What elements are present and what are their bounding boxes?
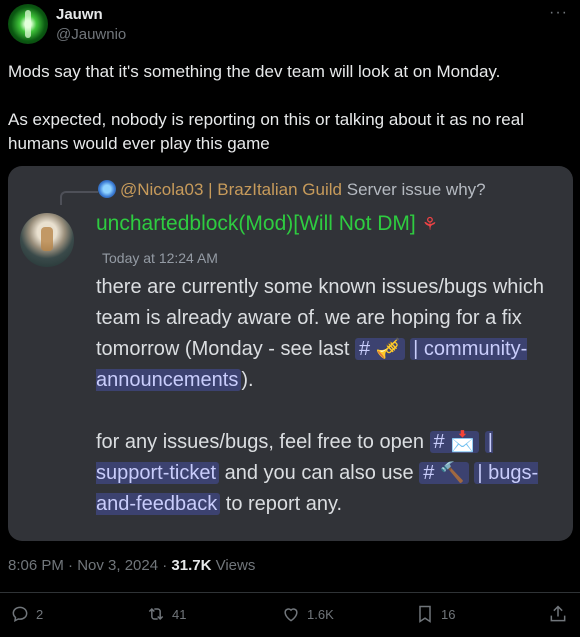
repost-button[interactable]: 41 xyxy=(146,604,186,624)
reply-count: 2 xyxy=(36,606,44,622)
post-timestamp[interactable]: 8:06 PM · Nov 3, 2024 · xyxy=(8,557,171,574)
message-text: to report any. xyxy=(220,493,343,515)
repost-icon xyxy=(148,607,164,621)
author-name[interactable]: Jauwn xyxy=(56,6,103,23)
author-handle[interactable]: @Jauwnio xyxy=(56,26,126,43)
reply-text: Server issue why? xyxy=(346,180,486,199)
post-paragraph: Mods say that it's something the dev tea… xyxy=(8,62,501,81)
views-count: 31.7K xyxy=(171,557,212,574)
like-count: 1.6K xyxy=(307,606,334,622)
discord-timestamp: Today at 12:24 AM xyxy=(102,250,218,266)
post-header: Jauwn @Jauwnio ··· xyxy=(8,4,572,48)
heart-icon xyxy=(284,608,298,622)
post-meta: 8:06 PM · Nov 3, 2024 · 31.7K Views xyxy=(8,557,255,574)
channel-icon: 📩 xyxy=(450,431,476,453)
reply-avatar xyxy=(98,180,116,198)
bookmark-count: 16 xyxy=(441,606,456,622)
reply-reference: @Nicola03 | BrazItalian Guild Server iss… xyxy=(98,180,486,200)
mod-badge-icon: ⚘ xyxy=(421,214,438,234)
message-text: and you can also use xyxy=(219,462,420,484)
channel-hash-icon: # 🔨 xyxy=(419,462,469,484)
avatar[interactable] xyxy=(8,4,48,44)
discord-avatar xyxy=(20,213,74,267)
action-bar: 2 41 1.6K 16 xyxy=(0,604,580,632)
post-text: Mods say that it's something the dev tea… xyxy=(8,60,568,180)
message-text: for any issues/bugs, feel free to open xyxy=(96,431,430,453)
reply-author: @Nicola03 | BrazItalian Guild xyxy=(120,180,342,199)
bookmark-icon xyxy=(419,605,431,623)
channel-icon: 🔨 xyxy=(439,462,465,484)
channel-icon: 🎺 xyxy=(375,338,401,360)
reply-icon xyxy=(12,606,28,622)
discord-message: there are currently some known issues/bu… xyxy=(96,272,566,541)
views-label: Views xyxy=(211,557,256,574)
more-icon[interactable]: ··· xyxy=(549,4,568,22)
repost-count: 41 xyxy=(172,606,187,622)
channel-hash-icon: # 🎺 xyxy=(354,338,405,360)
reply-connector xyxy=(60,191,98,205)
reply-button[interactable]: 2 xyxy=(10,604,43,624)
discord-author-name: unchartedblock(Mod)[Will Not DM] xyxy=(96,212,416,235)
share-button[interactable] xyxy=(548,604,568,624)
channel-hash-icon: # 📩 xyxy=(429,431,480,453)
attached-image[interactable]: @Nicola03 | BrazItalian Guild Server iss… xyxy=(8,166,573,541)
divider xyxy=(0,592,580,593)
share-icon xyxy=(550,605,566,622)
message-text: ). xyxy=(241,369,254,391)
post-paragraph: As expected, nobody is reporting on this… xyxy=(8,110,524,153)
discord-author: unchartedblock(Mod)[Will Not DM] ⚘ xyxy=(96,212,438,236)
like-button[interactable]: 1.6K xyxy=(281,604,334,624)
bookmark-button[interactable]: 16 xyxy=(415,604,455,624)
